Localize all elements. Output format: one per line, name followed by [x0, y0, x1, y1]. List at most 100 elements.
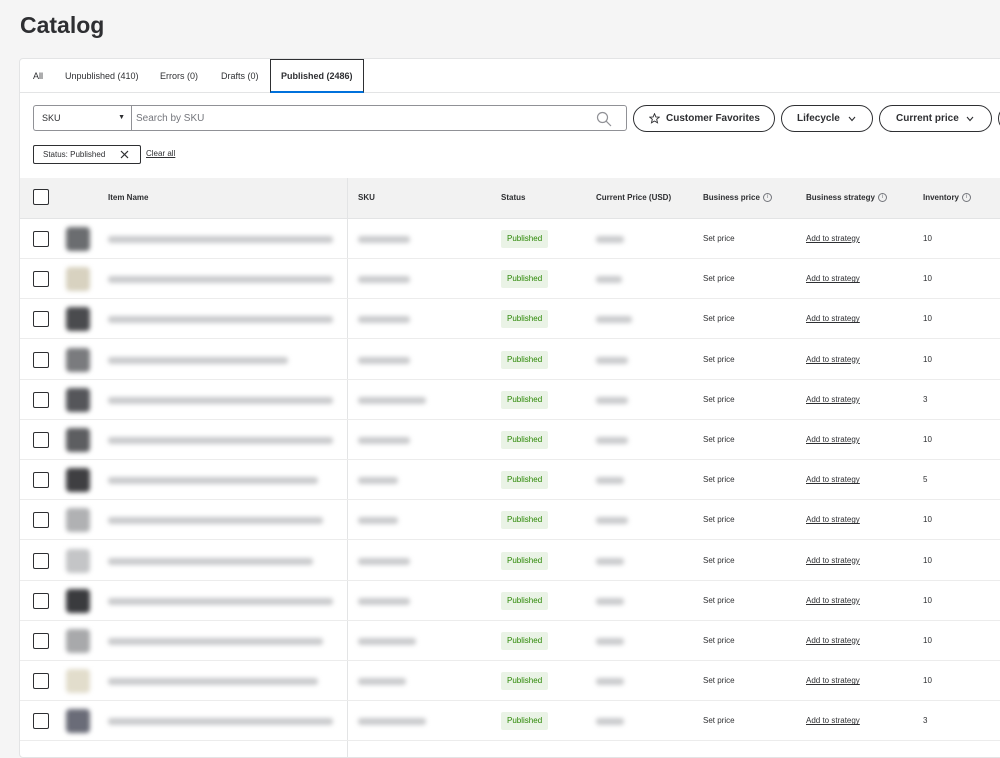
add-to-strategy-link[interactable]: Add to strategy — [806, 581, 860, 621]
current-price-filter[interactable]: Current price — [879, 105, 992, 132]
item-name-redacted[interactable] — [108, 477, 318, 485]
clear-all-link[interactable]: Clear all — [146, 149, 175, 158]
add-to-strategy-link[interactable]: Add to strategy — [806, 420, 860, 460]
tab-drafts[interactable]: Drafts (0) — [221, 60, 259, 92]
item-name-redacted[interactable] — [108, 276, 333, 284]
current-price-redacted[interactable] — [596, 557, 624, 565]
column-header-business-strategy[interactable]: Business strategy i — [806, 178, 887, 218]
current-price-redacted[interactable] — [596, 517, 628, 525]
current-price-redacted[interactable] — [596, 356, 628, 364]
row-checkbox[interactable] — [33, 592, 49, 609]
item-thumbnail[interactable] — [66, 387, 90, 412]
row-checkbox[interactable] — [33, 472, 49, 489]
set-price-cell[interactable]: Set price — [703, 340, 735, 380]
tab-unpublished[interactable]: Unpublished (410) — [65, 60, 139, 92]
current-price-redacted[interactable] — [596, 597, 624, 605]
add-to-strategy-link[interactable]: Add to strategy — [806, 340, 860, 380]
current-price-redacted[interactable] — [596, 276, 622, 284]
info-icon[interactable]: i — [962, 193, 972, 203]
item-name-redacted[interactable] — [108, 396, 333, 404]
current-price-redacted[interactable] — [596, 678, 624, 686]
add-to-strategy-link[interactable]: Add to strategy — [806, 701, 860, 741]
item-thumbnail[interactable] — [66, 428, 90, 452]
row-checkbox[interactable] — [33, 512, 49, 529]
row-checkbox[interactable] — [33, 231, 49, 247]
set-price-cell[interactable]: Set price — [703, 500, 735, 540]
tab-published[interactable]: Published (2486) — [270, 59, 364, 93]
select-all-checkbox[interactable] — [33, 189, 49, 205]
table-row[interactable]: Published Set price Add to strategy 3 — [20, 701, 1000, 742]
item-thumbnail[interactable] — [66, 227, 90, 251]
table-row[interactable]: Published Set price Add to strategy 10 — [20, 621, 1000, 661]
item-name-redacted[interactable] — [108, 236, 333, 243]
current-price-redacted[interactable] — [596, 236, 624, 243]
set-price-cell[interactable]: Set price — [703, 420, 735, 460]
row-checkbox[interactable] — [33, 391, 49, 408]
item-name-redacted[interactable] — [108, 678, 318, 686]
row-checkbox[interactable] — [33, 351, 49, 368]
item-thumbnail[interactable] — [66, 307, 90, 332]
table-row[interactable]: Published Set price Add to strategy 10 — [20, 219, 1000, 259]
search-input[interactable] — [136, 109, 576, 127]
add-to-strategy-link[interactable]: Add to strategy — [806, 460, 860, 500]
row-checkbox[interactable] — [33, 713, 49, 730]
table-row[interactable]: Published Set price Add to strategy 10 — [20, 299, 1000, 340]
tab-all[interactable]: All — [33, 60, 43, 92]
set-price-cell[interactable]: Set price — [703, 380, 735, 420]
table-row[interactable]: Published Set price Add to strategy 3 — [20, 380, 1000, 420]
column-header-item-name[interactable]: Item Name — [108, 178, 148, 218]
item-name-redacted[interactable] — [108, 718, 333, 726]
row-checkbox[interactable] — [33, 552, 49, 569]
item-name-redacted[interactable] — [108, 597, 333, 605]
info-icon[interactable]: i — [762, 193, 772, 203]
current-price-redacted[interactable] — [596, 477, 624, 485]
close-icon[interactable] — [120, 150, 129, 159]
item-thumbnail[interactable] — [66, 588, 90, 613]
set-price-cell[interactable]: Set price — [703, 581, 735, 621]
table-row[interactable]: Published Set price Add to strategy 5 — [20, 460, 1000, 501]
item-name-redacted[interactable] — [108, 557, 313, 565]
table-row[interactable]: Published Set price Add to strategy 10 — [20, 661, 1000, 702]
set-price-cell[interactable]: Set price — [703, 299, 735, 339]
search-icon[interactable] — [596, 111, 612, 127]
table-row[interactable]: Published Set price Add to strategy 10 — [20, 541, 1000, 581]
current-price-redacted[interactable] — [596, 638, 624, 645]
item-name-redacted[interactable] — [108, 437, 333, 444]
table-row[interactable]: Published Set price Add to strategy 10 — [20, 340, 1000, 380]
table-row[interactable]: Published Set price Add to strategy 10 — [20, 259, 1000, 300]
set-price-cell[interactable]: Set price — [703, 701, 735, 741]
add-to-strategy-link[interactable]: Add to strategy — [806, 380, 860, 420]
item-thumbnail[interactable] — [66, 267, 90, 292]
lifecycle-filter[interactable]: Lifecycle — [781, 105, 873, 132]
set-price-cell[interactable]: Set price — [703, 219, 735, 259]
set-price-cell[interactable]: Set price — [703, 460, 735, 500]
add-to-strategy-link[interactable]: Add to strategy — [806, 541, 860, 581]
item-thumbnail[interactable] — [66, 347, 90, 372]
item-thumbnail[interactable] — [66, 508, 90, 533]
current-price-redacted[interactable] — [596, 718, 624, 726]
item-name-redacted[interactable] — [108, 316, 333, 324]
table-row[interactable]: Published Set price Add to strategy 10 — [20, 500, 1000, 541]
item-name-redacted[interactable] — [108, 356, 288, 364]
row-checkbox[interactable] — [33, 271, 49, 288]
add-to-strategy-link[interactable]: Add to strategy — [806, 500, 860, 540]
table-row[interactable]: Published Set price Add to strategy 10 — [20, 420, 1000, 460]
set-price-cell[interactable]: Set price — [703, 661, 735, 701]
row-checkbox[interactable] — [33, 311, 49, 328]
item-thumbnail[interactable] — [66, 629, 90, 653]
column-header-business-price[interactable]: Business price i — [703, 178, 772, 218]
set-price-cell[interactable]: Set price — [703, 541, 735, 581]
current-price-redacted[interactable] — [596, 396, 628, 404]
info-icon[interactable]: i — [877, 193, 887, 203]
current-price-redacted[interactable] — [596, 316, 632, 324]
set-price-cell[interactable]: Set price — [703, 259, 735, 299]
item-thumbnail[interactable] — [66, 468, 90, 493]
set-price-cell[interactable]: Set price — [703, 621, 735, 661]
add-to-strategy-link[interactable]: Add to strategy — [806, 661, 860, 701]
item-name-redacted[interactable] — [108, 638, 323, 645]
column-header-sku[interactable]: SKU — [358, 178, 375, 218]
item-thumbnail[interactable] — [66, 669, 90, 694]
column-header-inventory[interactable]: Inventory i — [923, 178, 972, 218]
add-to-strategy-link[interactable]: Add to strategy — [806, 299, 860, 339]
column-header-status[interactable]: Status — [501, 178, 525, 218]
